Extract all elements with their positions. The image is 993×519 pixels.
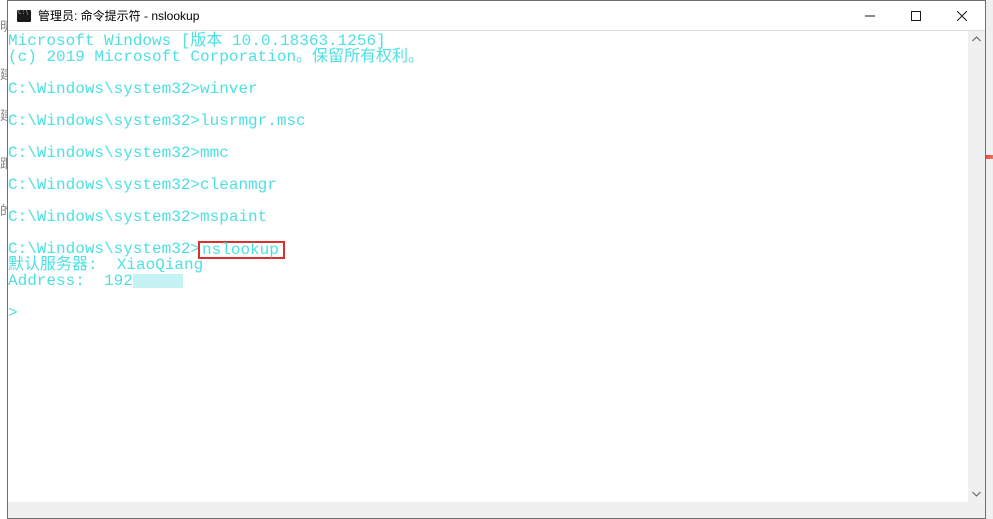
terminal-area: Microsoft Windows [版本 10.0.18363.1256](c… xyxy=(8,31,985,518)
prompt: C:\Windows\system32> xyxy=(8,144,200,162)
line-cmd-nslookup: C:\Windows\system32>nslookup xyxy=(8,241,968,257)
window-title: 管理员: 命令提示符 - nslookup xyxy=(38,1,847,31)
blank xyxy=(8,97,968,113)
scroll-down-button[interactable] xyxy=(968,485,985,502)
vscroll-track[interactable] xyxy=(968,48,985,485)
minimize-icon xyxy=(865,11,875,21)
blank xyxy=(8,65,968,81)
gutter-char: 的 xyxy=(0,191,7,231)
gutter-char: 建 xyxy=(0,53,7,96)
cmd-text: winver xyxy=(200,80,258,98)
blank xyxy=(8,161,968,177)
line-default-server: 默认服务器: XiaoQiang xyxy=(8,257,968,273)
gutter-char: 明 xyxy=(0,0,7,53)
window-controls xyxy=(847,1,985,30)
cmd-text: mspaint xyxy=(200,208,267,226)
address-label: Address: xyxy=(8,272,104,290)
blank xyxy=(8,225,968,241)
line-address: Address: 192 xyxy=(8,273,968,289)
line-cmd-winver: C:\Windows\system32>winver xyxy=(8,81,968,97)
command-prompt-window: 管理员: 命令提示符 - nslookup Microsoft Windows … xyxy=(7,0,986,519)
line-version: Microsoft Windows [版本 10.0.18363.1256] xyxy=(8,33,968,49)
cmd-text: nslookup xyxy=(202,241,279,259)
chevron-up-icon xyxy=(972,35,981,44)
horizontal-scrollbar[interactable] xyxy=(8,502,968,518)
close-icon xyxy=(957,11,967,21)
line-cmd-cleanmgr: C:\Windows\system32>cleanmgr xyxy=(8,177,968,193)
minimize-button[interactable] xyxy=(847,1,893,30)
maximize-button[interactable] xyxy=(893,1,939,30)
line-cmd-mmc: C:\Windows\system32>mmc xyxy=(8,145,968,161)
terminal-output[interactable]: Microsoft Windows [版本 10.0.18363.1256](c… xyxy=(8,31,968,502)
line-sub-prompt: > xyxy=(8,305,968,321)
cmd-text: cleanmgr xyxy=(200,176,277,194)
gutter-char: 跟 xyxy=(0,136,7,191)
blank xyxy=(8,129,968,145)
vertical-scrollbar[interactable] xyxy=(968,31,985,502)
close-button[interactable] xyxy=(939,1,985,30)
gutter-char: 建 xyxy=(0,96,7,136)
hscroll-track[interactable] xyxy=(8,502,968,518)
blank xyxy=(8,289,968,305)
prompt: C:\Windows\system32> xyxy=(8,80,200,98)
scroll-up-button[interactable] xyxy=(968,31,985,48)
blank xyxy=(8,193,968,209)
right-edge-red-sliver xyxy=(985,155,993,159)
line-copyright: (c) 2019 Microsoft Corporation。保留所有权利。 xyxy=(8,49,968,65)
prompt: C:\Windows\system32> xyxy=(8,112,200,130)
cmd-icon xyxy=(16,8,32,24)
left-gutter: 明 建 建 跟 的 xyxy=(0,0,7,519)
prompt: C:\Windows\system32> xyxy=(8,176,200,194)
address-value: 192 xyxy=(104,272,133,290)
prompt: C:\Windows\system32> xyxy=(8,208,200,226)
highlighted-command-box: nslookup xyxy=(198,241,285,259)
cmd-text: mmc xyxy=(200,144,229,162)
titlebar[interactable]: 管理员: 命令提示符 - nslookup xyxy=(8,1,985,31)
redacted-ip xyxy=(133,274,183,288)
scrollbar-corner xyxy=(968,502,985,518)
line-cmd-lusrmgr: C:\Windows\system32>lusrmgr.msc xyxy=(8,113,968,129)
cmd-text: lusrmgr.msc xyxy=(200,112,306,130)
chevron-down-icon xyxy=(972,489,981,498)
line-cmd-mspaint: C:\Windows\system32>mspaint xyxy=(8,209,968,225)
maximize-icon xyxy=(911,11,921,21)
